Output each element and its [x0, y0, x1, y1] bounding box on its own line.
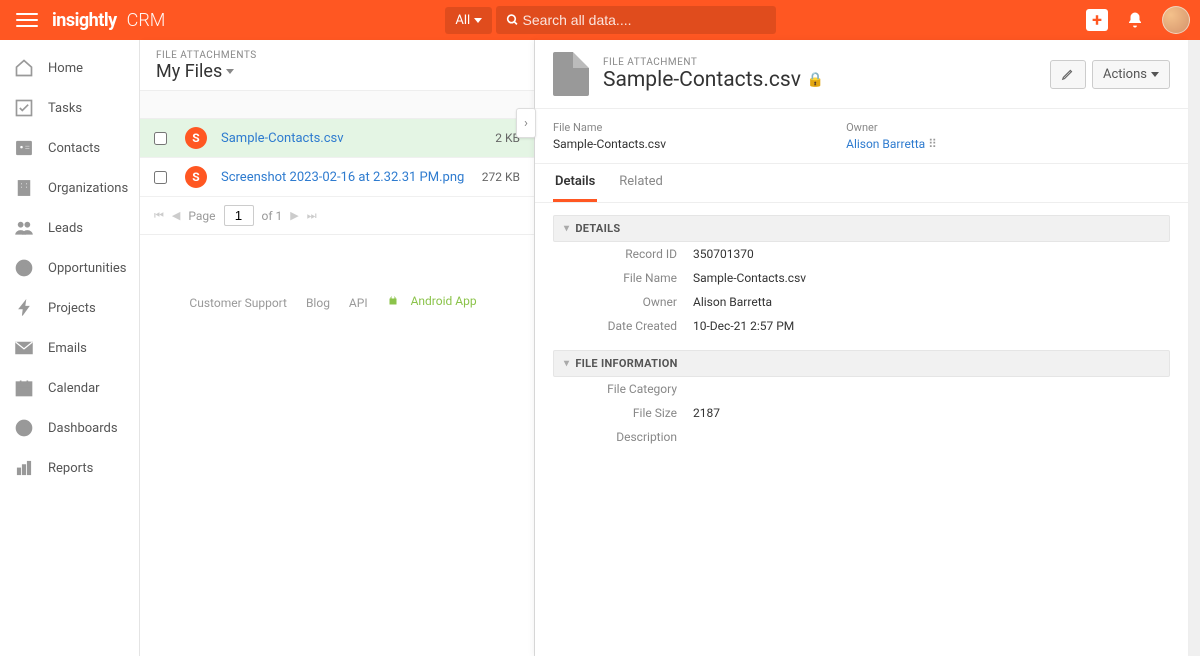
file-name-label: File Name	[563, 271, 693, 285]
row-checkbox[interactable]	[154, 171, 167, 184]
file-name-value: Sample-Contacts.csv	[693, 271, 806, 285]
pager: ⏮ ◀ Page of 1 ▶ ⏭	[140, 197, 534, 235]
pencil-icon	[1061, 67, 1075, 81]
brand-logo: insightly	[52, 10, 117, 31]
owner-label: Owner	[563, 295, 693, 309]
list-column-header	[140, 91, 534, 119]
footer-links: Customer Support Blog API Android App	[140, 280, 534, 324]
sidebar-item-tasks[interactable]: Tasks	[0, 88, 139, 128]
summary-filename: Sample-Contacts.csv	[553, 137, 666, 151]
detail-title: Sample-Contacts.csv 🔒	[603, 68, 824, 92]
detail-panel: FILE ATTACHMENT Sample-Contacts.csv 🔒 Ac…	[535, 40, 1188, 656]
sidebar-item-dashboards[interactable]: Dashboards	[0, 408, 139, 448]
org-icon: ⠿	[928, 137, 937, 151]
contacts-icon	[14, 138, 34, 158]
footer-android[interactable]: Android App	[387, 294, 485, 308]
home-icon	[14, 58, 34, 78]
file-badge-icon: S	[185, 166, 207, 188]
record-id-value: 350701370	[693, 247, 754, 261]
pager-last-icon[interactable]: ⏭	[307, 209, 317, 223]
actions-dropdown[interactable]: Actions	[1092, 60, 1170, 89]
notifications-icon[interactable]	[1126, 11, 1144, 29]
file-size-value: 2187	[693, 406, 720, 420]
sidebar-item-opportunities[interactable]: Opportunities	[0, 248, 139, 288]
file-category-label: File Category	[563, 382, 693, 396]
file-size-label: File Size	[563, 406, 693, 420]
section-fileinfo-header[interactable]: ▾FILE INFORMATION	[553, 350, 1170, 377]
android-icon	[387, 295, 399, 307]
record-id-label: Record ID	[563, 247, 693, 261]
sidebar-item-home[interactable]: Home	[0, 48, 139, 88]
section-details-header[interactable]: ▾DETAILS	[553, 215, 1170, 242]
sidebar-item-reports[interactable]: Reports	[0, 448, 139, 488]
date-created-label: Date Created	[563, 319, 693, 333]
description-label: Description	[563, 430, 693, 444]
avatar[interactable]	[1162, 6, 1190, 34]
organizations-icon	[14, 178, 34, 198]
main: FILE ATTACHMENTS My Files S Sample-Conta…	[140, 40, 1200, 656]
leads-icon	[14, 218, 34, 238]
summary-owner-link[interactable]: Alison Barretta	[846, 137, 925, 151]
summary-filename-label: File Name	[553, 121, 666, 134]
date-created-value: 10-Dec-21 2:57 PM	[693, 319, 794, 333]
dashboards-icon	[14, 418, 34, 438]
summary-owner-label: Owner	[846, 121, 937, 134]
detail-tabs: Details Related	[535, 164, 1188, 203]
footer-blog[interactable]: Blog	[306, 296, 330, 310]
list-title-dropdown[interactable]: My Files	[156, 61, 518, 82]
search-input[interactable]	[523, 12, 767, 28]
search-box	[496, 6, 776, 34]
tab-details[interactable]: Details	[553, 164, 597, 202]
pager-page-label: Page	[188, 209, 215, 223]
file-name-link[interactable]: Sample-Contacts.csv	[221, 131, 495, 146]
sidebar-item-projects[interactable]: Projects	[0, 288, 139, 328]
tasks-icon	[14, 98, 34, 118]
add-button[interactable]: +	[1086, 9, 1108, 31]
footer-api[interactable]: API	[349, 296, 368, 310]
pager-prev-icon[interactable]: ◀	[172, 209, 180, 222]
sidebar-item-leads[interactable]: Leads	[0, 208, 139, 248]
search-icon	[506, 13, 519, 27]
footer-support[interactable]: Customer Support	[189, 296, 287, 310]
sidebar-item-calendar[interactable]: Calendar	[0, 368, 139, 408]
row-checkbox[interactable]	[154, 132, 167, 145]
pager-next-icon[interactable]: ▶	[290, 209, 298, 222]
topbar: insightly CRM All +	[0, 0, 1200, 40]
chevron-down-icon: ▾	[564, 223, 569, 234]
lock-icon: 🔒	[807, 72, 824, 88]
sidebar-item-emails[interactable]: Emails	[0, 328, 139, 368]
emails-icon	[14, 338, 34, 358]
file-badge-icon: S	[185, 127, 207, 149]
file-list-panel: FILE ATTACHMENTS My Files S Sample-Conta…	[140, 40, 535, 656]
detail-summary: File Name Sample-Contacts.csv Owner Alis…	[535, 109, 1188, 164]
edit-button[interactable]	[1050, 60, 1086, 89]
panel-collapse-button[interactable]: ›	[516, 108, 536, 138]
projects-icon	[14, 298, 34, 318]
file-row[interactable]: S Sample-Contacts.csv 2 KB	[140, 119, 534, 158]
app-name: CRM	[127, 10, 166, 31]
sidebar-item-contacts[interactable]: Contacts	[0, 128, 139, 168]
pager-of-label: of 1	[262, 209, 283, 223]
document-icon	[553, 52, 589, 96]
sidebar: Home Tasks Contacts Organizations Leads …	[0, 40, 140, 656]
detail-eyebrow: FILE ATTACHMENT	[603, 57, 824, 68]
opportunities-icon	[14, 258, 34, 278]
sidebar-item-organizations[interactable]: Organizations	[0, 168, 139, 208]
reports-icon	[14, 458, 34, 478]
menu-icon[interactable]	[16, 9, 38, 31]
tab-related[interactable]: Related	[617, 164, 665, 202]
pager-page-input[interactable]	[224, 205, 254, 226]
chevron-down-icon: ▾	[564, 358, 569, 369]
file-row[interactable]: S Screenshot 2023-02-16 at 2.32.31 PM.pn…	[140, 158, 534, 197]
pager-first-icon[interactable]: ⏮	[154, 209, 164, 223]
file-size: 272 KB	[482, 170, 520, 184]
owner-value: Alison Barretta	[693, 295, 772, 309]
list-eyebrow: FILE ATTACHMENTS	[156, 50, 518, 61]
file-name-link[interactable]: Screenshot 2023-02-16 at 2.32.31 PM.png	[221, 170, 482, 185]
search-scope-dropdown[interactable]: All	[445, 7, 492, 34]
calendar-icon	[14, 378, 34, 398]
